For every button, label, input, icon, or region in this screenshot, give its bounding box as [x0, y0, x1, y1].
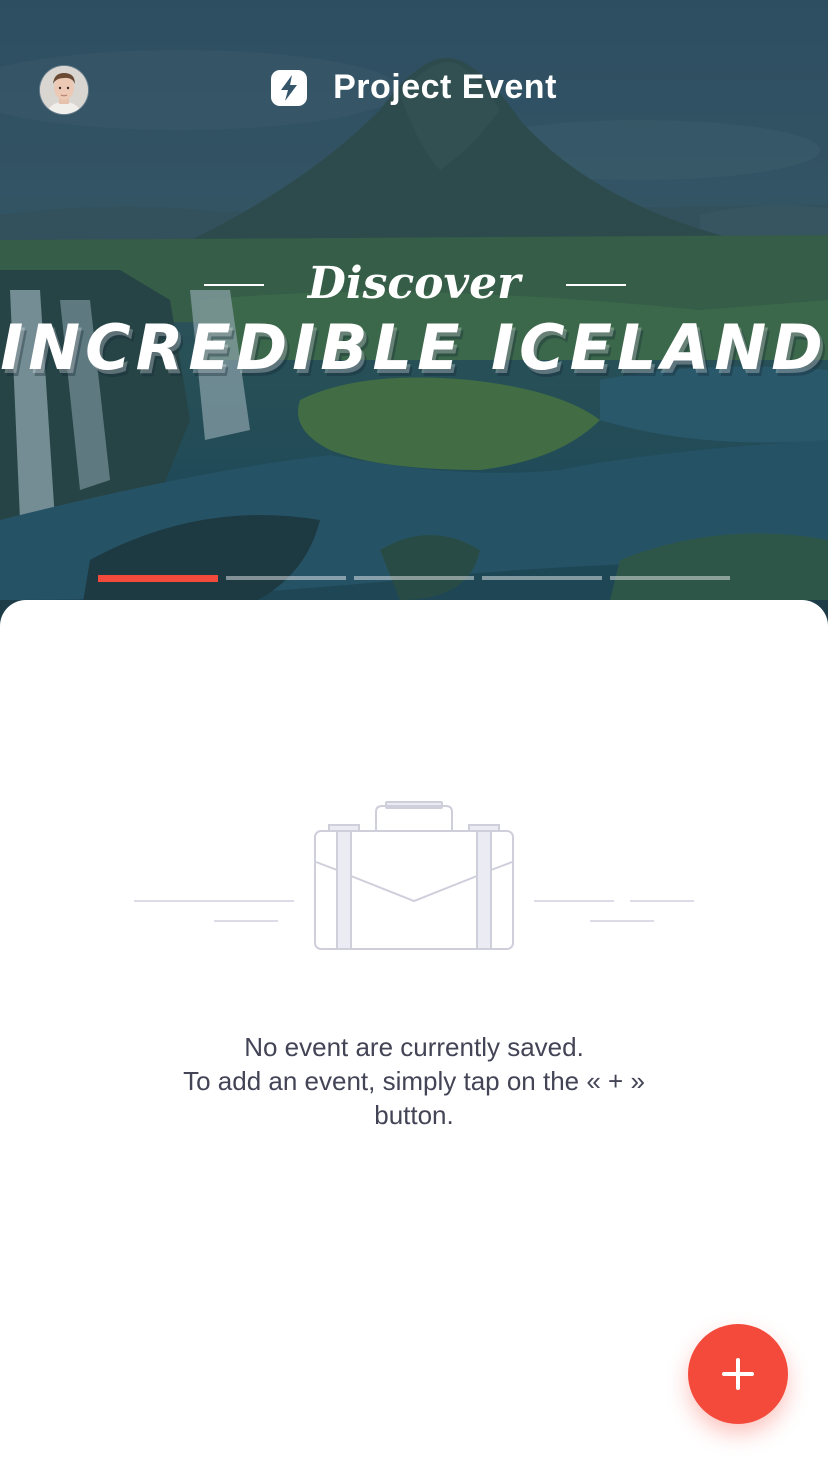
hero-banner[interactable]: Project Event Discover INCREDIBLE ICELAN…	[0, 0, 828, 640]
empty-message-line-2: To add an event, simply tap on the « + »	[183, 1066, 645, 1096]
add-event-button[interactable]	[688, 1324, 788, 1424]
app-title: Project Event	[333, 68, 557, 106]
empty-message-line-1: No event are currently saved.	[244, 1032, 584, 1062]
empty-state-message: No event are currently saved. To add an …	[114, 1030, 714, 1132]
hero-headline: INCREDIBLE ICELAND	[0, 311, 828, 384]
slide-indicator-1[interactable]	[98, 575, 218, 582]
briefcase-icon	[134, 801, 694, 950]
discover-label: Discover	[307, 258, 521, 309]
slide-indicator-4[interactable]	[482, 576, 602, 580]
discover-row: Discover	[0, 252, 828, 316]
slide-indicator-2[interactable]	[226, 576, 346, 580]
lightning-bolt-icon	[271, 69, 308, 106]
app-header: Project Event	[0, 68, 828, 107]
slide-progress-indicator	[98, 575, 730, 582]
slide-indicator-3[interactable]	[354, 576, 474, 580]
empty-message-line-3: button.	[374, 1100, 454, 1130]
decorative-line-right	[566, 284, 626, 286]
slide-indicator-5[interactable]	[610, 576, 730, 580]
screen: Project Event Discover INCREDIBLE ICELAN…	[0, 0, 828, 1472]
